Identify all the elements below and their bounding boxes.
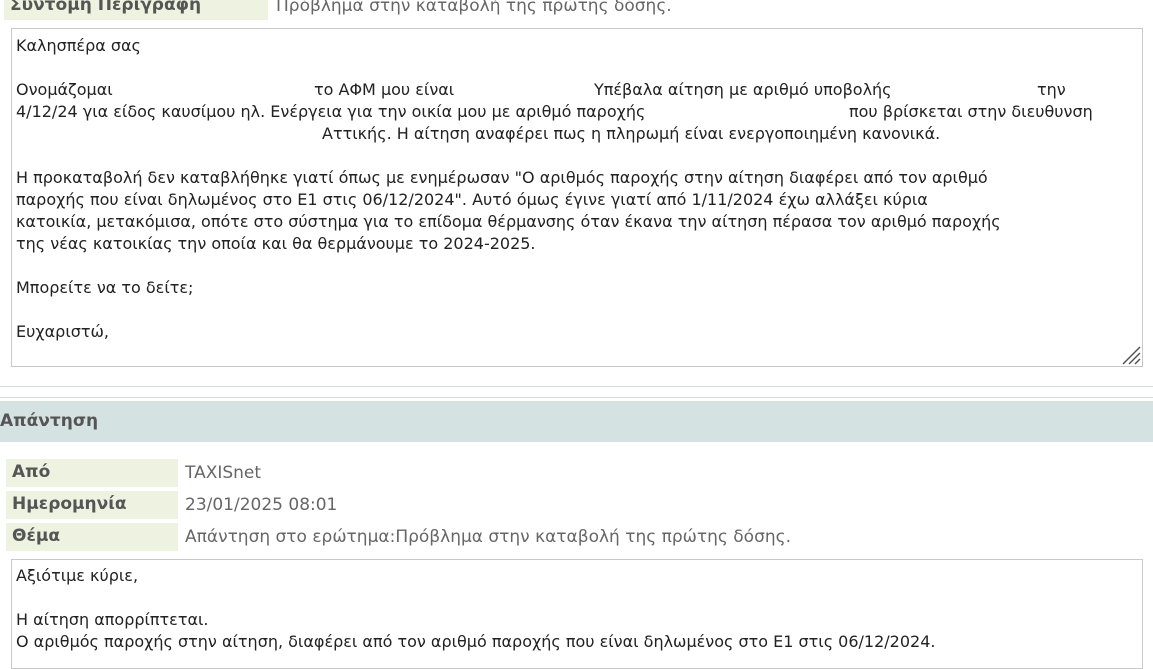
answer-section-header: Απάντηση: [0, 401, 1153, 442]
question-line: της νέας κατοικίας την οποία και θα θερμ…: [16, 234, 536, 253]
from-label: Από: [6, 459, 178, 487]
subject-label: Θέμα: [6, 523, 178, 551]
answer-line: Η αίτηση απορρίπτεται.: [16, 610, 209, 629]
question-line: κατοικία, μετακόμισα, οπότε στο σύστημα …: [16, 212, 1001, 231]
question-line: Ονομάζομαι: [16, 80, 113, 99]
resize-grip-icon[interactable]: [1119, 343, 1141, 365]
answer-textarea[interactable]: Αξιότιμε κύριε, Η αίτηση απορρίπτεται. Ο…: [11, 559, 1143, 669]
question-line: που βρίσκεται στην διευθυνση: [849, 102, 1093, 121]
question-textarea[interactable]: Καλησπέρα σας Ονομάζομαι το ΑΦΜ μου είνα…: [11, 28, 1143, 367]
date-value: 23/01/2025 08:01: [185, 495, 338, 515]
question-line: Καλησπέρα σας: [16, 36, 141, 55]
short-description-label: Σύντομη Περιγραφή: [4, 0, 268, 20]
from-value: TAXISnet: [185, 463, 262, 483]
question-line: παροχής που είναι δηλωμένος στο Ε1 στις …: [16, 190, 928, 209]
short-description-value: Πρόβλημα στην καταβολή της πρώτης δόσης.: [276, 0, 672, 16]
question-line: Ευχαριστώ,: [16, 322, 109, 341]
question-line: 4/12/24 για είδος καυσίμου ηλ. Ενέργεια …: [16, 102, 646, 121]
answer-line: Ο αριθμός παροχής στην αίτηση, διαφέρει …: [16, 632, 936, 651]
subject-value: Απάντηση στο ερώτημα:Πρόβλημα στην καταβ…: [185, 527, 792, 547]
question-line: το ΑΦΜ μου είναι: [314, 80, 455, 99]
question-line: Μπορείτε να το δείτε;: [16, 278, 194, 297]
section-separator: [0, 386, 1153, 398]
question-line: Αττικής. Η αίτηση αναφέρει πως η πληρωμή…: [322, 124, 941, 143]
question-line: Υπέβαλα αίτηση με αριθμό υποβολής: [594, 80, 892, 99]
date-label: Ημερομηνία: [6, 491, 178, 519]
answer-line: Αξιότιμε κύριε,: [16, 566, 139, 585]
question-line: την: [1037, 80, 1066, 99]
question-line: Η προκαταβολή δεν καταβλήθηκε γιατί όπως…: [16, 168, 988, 187]
